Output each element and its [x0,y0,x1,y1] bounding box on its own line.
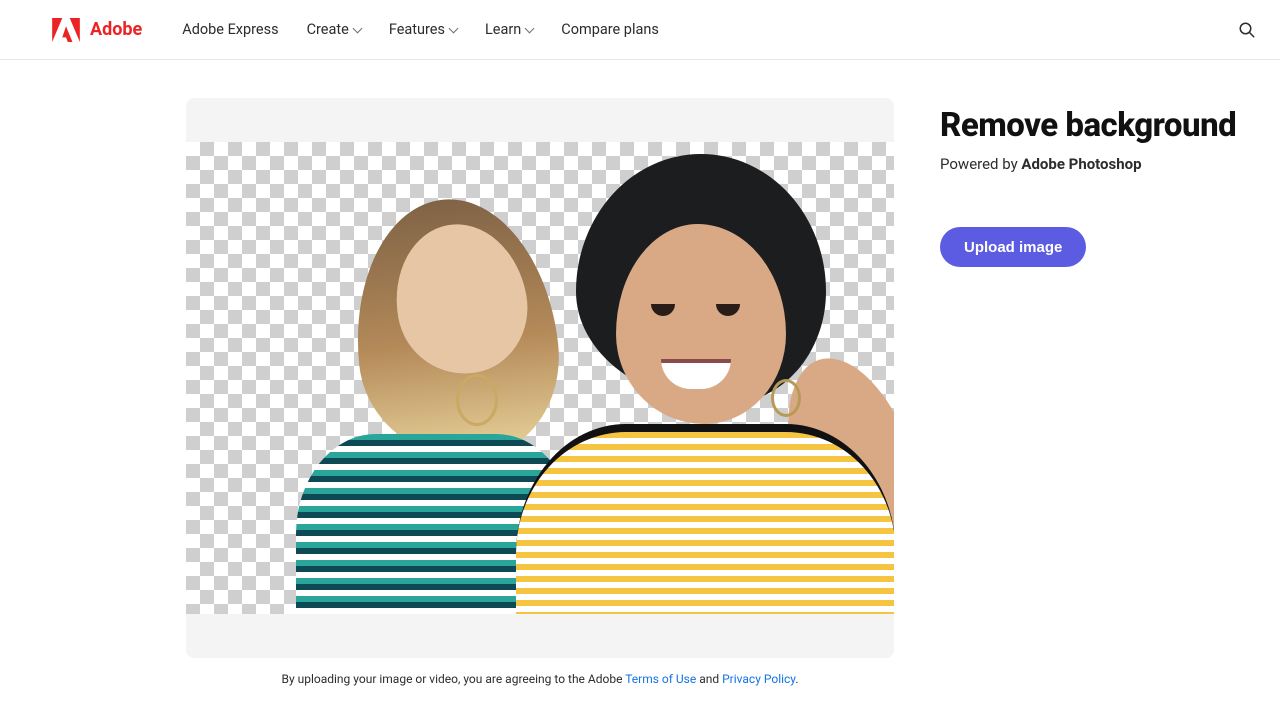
nav-label: Adobe Express [182,21,278,38]
nav-label: Create [307,21,349,38]
adobe-logo-text: Adobe [90,19,142,40]
nav-learn[interactable]: Learn [485,21,533,38]
upload-image-button[interactable]: Upload image [940,227,1086,267]
nav-label: Learn [485,21,521,38]
chevron-down-icon [352,23,362,33]
side-panel: Remove background Powered by Adobe Photo… [940,98,1236,686]
nav-label: Features [389,21,445,38]
disclaimer-and: and [696,672,722,686]
global-header: Adobe Adobe Express Create Features Lear… [0,0,1280,60]
powered-by-prefix: Powered by [940,155,1021,173]
image-preview [186,98,894,658]
nav-label: Compare plans [561,21,659,38]
nav-create[interactable]: Create [307,21,361,38]
chevron-down-icon [525,23,535,33]
adobe-logo[interactable]: Adobe [52,18,142,42]
powered-by-brand: Adobe Photoshop [1021,155,1141,173]
main-content: By uploading your image or video, you ar… [0,60,1280,686]
search-icon[interactable] [1238,21,1256,39]
preview-column: By uploading your image or video, you ar… [0,98,940,686]
page-title: Remove background [940,106,1236,145]
preview-subject [186,142,894,614]
header-actions [1238,21,1256,39]
primary-nav: Adobe Express Create Features Learn Comp… [182,21,659,38]
nav-features[interactable]: Features [389,21,457,38]
chevron-down-icon [449,23,459,33]
disclaimer-text: By uploading your image or video, you ar… [281,672,625,686]
upload-disclaimer: By uploading your image or video, you ar… [186,672,894,686]
privacy-policy-link[interactable]: Privacy Policy [722,672,795,686]
adobe-logo-icon [52,18,80,42]
disclaimer-suffix: . [795,672,798,686]
person-right-illustration [516,164,876,614]
subtitle: Powered by Adobe Photoshop [940,155,1236,173]
terms-of-use-link[interactable]: Terms of Use [625,672,696,686]
nav-adobe-express[interactable]: Adobe Express [182,21,278,38]
nav-compare-plans[interactable]: Compare plans [561,21,659,38]
